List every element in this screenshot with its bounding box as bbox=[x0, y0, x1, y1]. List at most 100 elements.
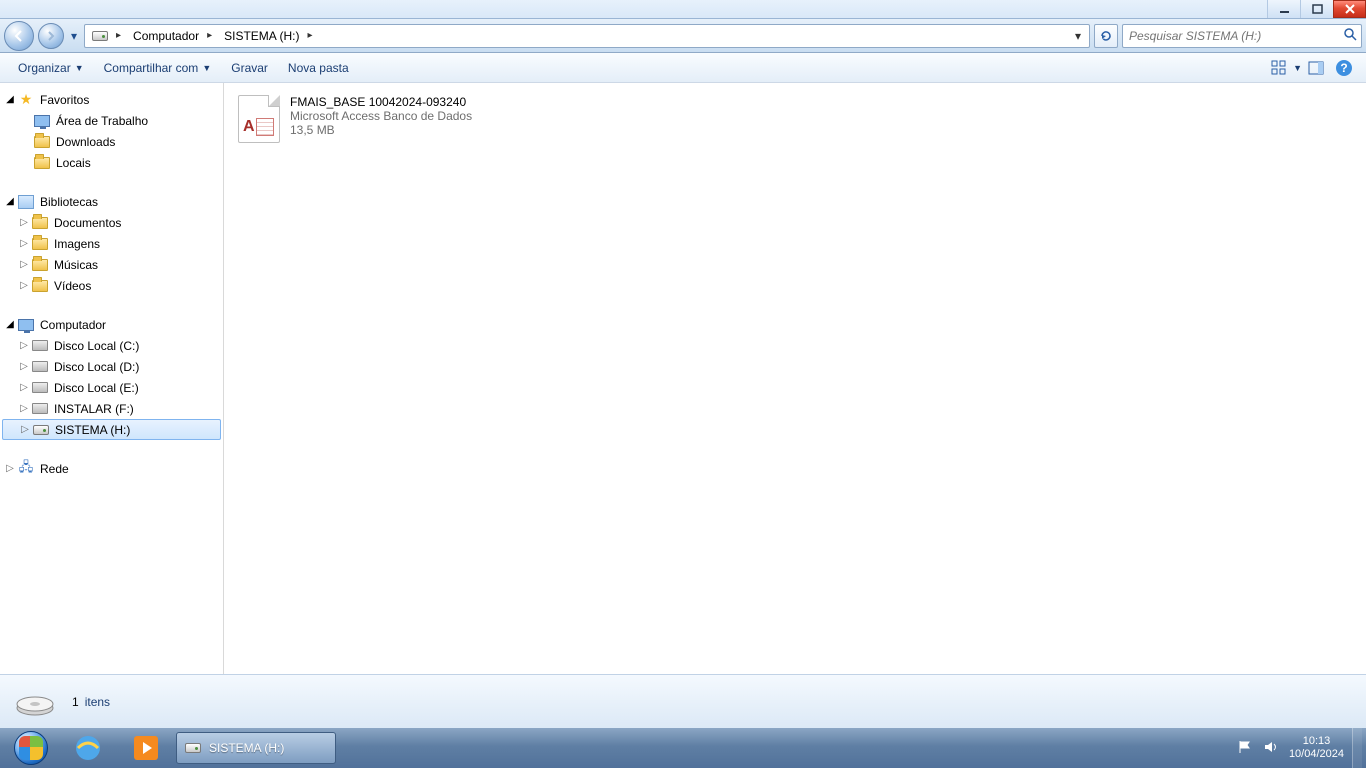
forward-button[interactable] bbox=[38, 23, 64, 49]
expand-icon[interactable]: ▷ bbox=[18, 403, 30, 415]
show-desktop-button[interactable] bbox=[1352, 728, 1362, 768]
search-input[interactable] bbox=[1127, 28, 1343, 44]
start-button[interactable] bbox=[4, 728, 58, 768]
collapse-icon[interactable]: ◢ bbox=[4, 196, 16, 208]
disk-icon bbox=[32, 361, 48, 372]
expand-icon[interactable]: ▷ bbox=[18, 259, 30, 271]
command-toolbar: Organizar ▼ Compartilhar com ▼ Gravar No… bbox=[0, 53, 1366, 83]
navigation-bar: ▾ ▸ Computador ▸ SISTEMA (H:) ▸ ▾ bbox=[0, 19, 1366, 53]
view-icons-icon bbox=[1271, 60, 1287, 76]
sidebar-item-drive-h[interactable]: ▷ SISTEMA (H:) bbox=[2, 419, 221, 440]
burn-button[interactable]: Gravar bbox=[221, 53, 278, 82]
breadcrumb-label: SISTEMA (H:) bbox=[224, 29, 299, 43]
file-size: 13,5 MB bbox=[290, 123, 472, 137]
toolbar-label: Organizar bbox=[18, 61, 71, 75]
breadcrumb-computer[interactable]: Computador ▸ bbox=[128, 25, 219, 47]
sidebar-favorites[interactable]: ◢ ★ Favoritos bbox=[0, 89, 223, 110]
sidebar-label: Bibliotecas bbox=[40, 195, 98, 209]
folder-icon bbox=[34, 157, 50, 169]
sidebar-item-downloads[interactable]: Downloads bbox=[0, 131, 223, 152]
folder-icon bbox=[34, 136, 50, 148]
maximize-button[interactable] bbox=[1300, 0, 1333, 18]
organize-button[interactable]: Organizar ▼ bbox=[8, 53, 94, 82]
back-button[interactable] bbox=[4, 21, 34, 51]
windows-logo-icon bbox=[14, 731, 48, 765]
sidebar-item-label: Locais bbox=[56, 156, 91, 170]
sidebar-item-places[interactable]: Locais bbox=[0, 152, 223, 173]
breadcrumb-root[interactable]: ▸ bbox=[87, 25, 128, 47]
file-type: Microsoft Access Banco de Dados bbox=[290, 109, 472, 123]
expand-icon[interactable]: ▷ bbox=[19, 424, 31, 436]
collapse-icon[interactable]: ◢ bbox=[4, 319, 16, 331]
sidebar-item-label: Downloads bbox=[56, 135, 115, 149]
breadcrumb-drive[interactable]: SISTEMA (H:) ▸ bbox=[219, 25, 319, 47]
sidebar-item-drive-f[interactable]: ▷INSTALAR (F:) bbox=[0, 398, 223, 419]
taskbar-pin-ie[interactable] bbox=[60, 728, 116, 768]
sidebar-item-label: SISTEMA (H:) bbox=[55, 423, 130, 437]
expand-icon[interactable]: ▷ bbox=[18, 238, 30, 250]
search-icon[interactable] bbox=[1343, 27, 1357, 44]
expand-icon[interactable]: ▷ bbox=[18, 340, 30, 352]
sidebar-item-images[interactable]: ▷Imagens bbox=[0, 233, 223, 254]
sidebar-item-drive-c[interactable]: ▷Disco Local (C:) bbox=[0, 335, 223, 356]
preview-pane-button[interactable] bbox=[1304, 56, 1328, 80]
sidebar-item-label: Disco Local (E:) bbox=[54, 381, 139, 395]
taskbar-window-explorer[interactable]: SISTEMA (H:) bbox=[176, 732, 336, 764]
toolbar-label: Gravar bbox=[231, 61, 268, 75]
status-label: itens bbox=[85, 695, 110, 709]
close-button[interactable] bbox=[1333, 0, 1366, 18]
expand-icon[interactable]: ▷ bbox=[18, 217, 30, 229]
sidebar-computer[interactable]: ◢ Computador bbox=[0, 314, 223, 335]
window-titlebar bbox=[0, 0, 1366, 19]
expand-icon[interactable]: ▷ bbox=[4, 463, 16, 475]
refresh-icon bbox=[1099, 29, 1113, 43]
folder-icon bbox=[32, 259, 48, 271]
nav-history-dropdown[interactable]: ▾ bbox=[68, 29, 80, 43]
toolbar-label: Nova pasta bbox=[288, 61, 349, 75]
navigation-sidebar: ◢ ★ Favoritos Área de Trabalho Downloads… bbox=[0, 83, 224, 674]
expand-icon[interactable]: ▷ bbox=[18, 280, 30, 292]
expand-icon[interactable]: ▷ bbox=[18, 382, 30, 394]
status-count: 1 bbox=[72, 695, 79, 709]
address-dropdown[interactable]: ▾ bbox=[1069, 29, 1087, 43]
address-bar[interactable]: ▸ Computador ▸ SISTEMA (H:) ▸ ▾ bbox=[84, 24, 1090, 48]
maximize-icon bbox=[1312, 4, 1323, 15]
collapse-icon[interactable]: ◢ bbox=[4, 94, 16, 106]
taskbar-pin-media[interactable] bbox=[118, 728, 174, 768]
sidebar-item-drive-e[interactable]: ▷ Disco Local (E:) bbox=[0, 377, 223, 398]
search-box[interactable] bbox=[1122, 24, 1362, 48]
new-folder-button[interactable]: Nova pasta bbox=[278, 53, 359, 82]
help-button[interactable]: ? bbox=[1332, 56, 1356, 80]
view-mode-dropdown[interactable]: ▼ bbox=[1293, 63, 1302, 73]
media-player-icon bbox=[130, 732, 162, 764]
expand-icon[interactable]: ▷ bbox=[18, 361, 30, 373]
sidebar-item-videos[interactable]: ▷Vídeos bbox=[0, 275, 223, 296]
sidebar-item-label: Músicas bbox=[54, 258, 98, 272]
tray-volume-icon[interactable] bbox=[1263, 739, 1279, 758]
sidebar-item-documents[interactable]: ▷Documentos bbox=[0, 212, 223, 233]
tray-clock[interactable]: 10:13 10/04/2024 bbox=[1289, 735, 1344, 761]
refresh-button[interactable] bbox=[1094, 24, 1118, 48]
desktop-icon bbox=[34, 115, 50, 127]
sidebar-label: Rede bbox=[40, 462, 69, 476]
share-button[interactable]: Compartilhar com ▼ bbox=[94, 53, 222, 82]
internet-explorer-icon bbox=[72, 732, 104, 764]
file-item[interactable]: A FMAIS_BASE 10042024-093240 Microsoft A… bbox=[232, 91, 1358, 147]
computer-icon bbox=[18, 319, 34, 331]
breadcrumb-arrow-icon: ▸ bbox=[114, 30, 123, 41]
arrow-right-icon bbox=[45, 30, 57, 42]
view-mode-button[interactable] bbox=[1267, 56, 1291, 80]
minimize-button[interactable] bbox=[1267, 0, 1300, 18]
svg-text:?: ? bbox=[1340, 61, 1347, 75]
drive-icon bbox=[33, 425, 49, 435]
sidebar-item-music[interactable]: ▷ Músicas bbox=[0, 254, 223, 275]
sidebar-item-desktop[interactable]: Área de Trabalho bbox=[0, 110, 223, 131]
sidebar-libraries[interactable]: ◢ Bibliotecas bbox=[0, 191, 223, 212]
preview-pane-icon bbox=[1308, 60, 1324, 76]
sidebar-item-drive-d[interactable]: ▷Disco Local (D:) bbox=[0, 356, 223, 377]
sidebar-network[interactable]: ▷ 🖧 Rede bbox=[0, 458, 223, 479]
folder-icon bbox=[32, 238, 48, 250]
file-list[interactable]: A FMAIS_BASE 10042024-093240 Microsoft A… bbox=[224, 83, 1366, 674]
tray-flag-icon[interactable] bbox=[1237, 739, 1253, 758]
chevron-down-icon: ▾ bbox=[1075, 29, 1081, 43]
